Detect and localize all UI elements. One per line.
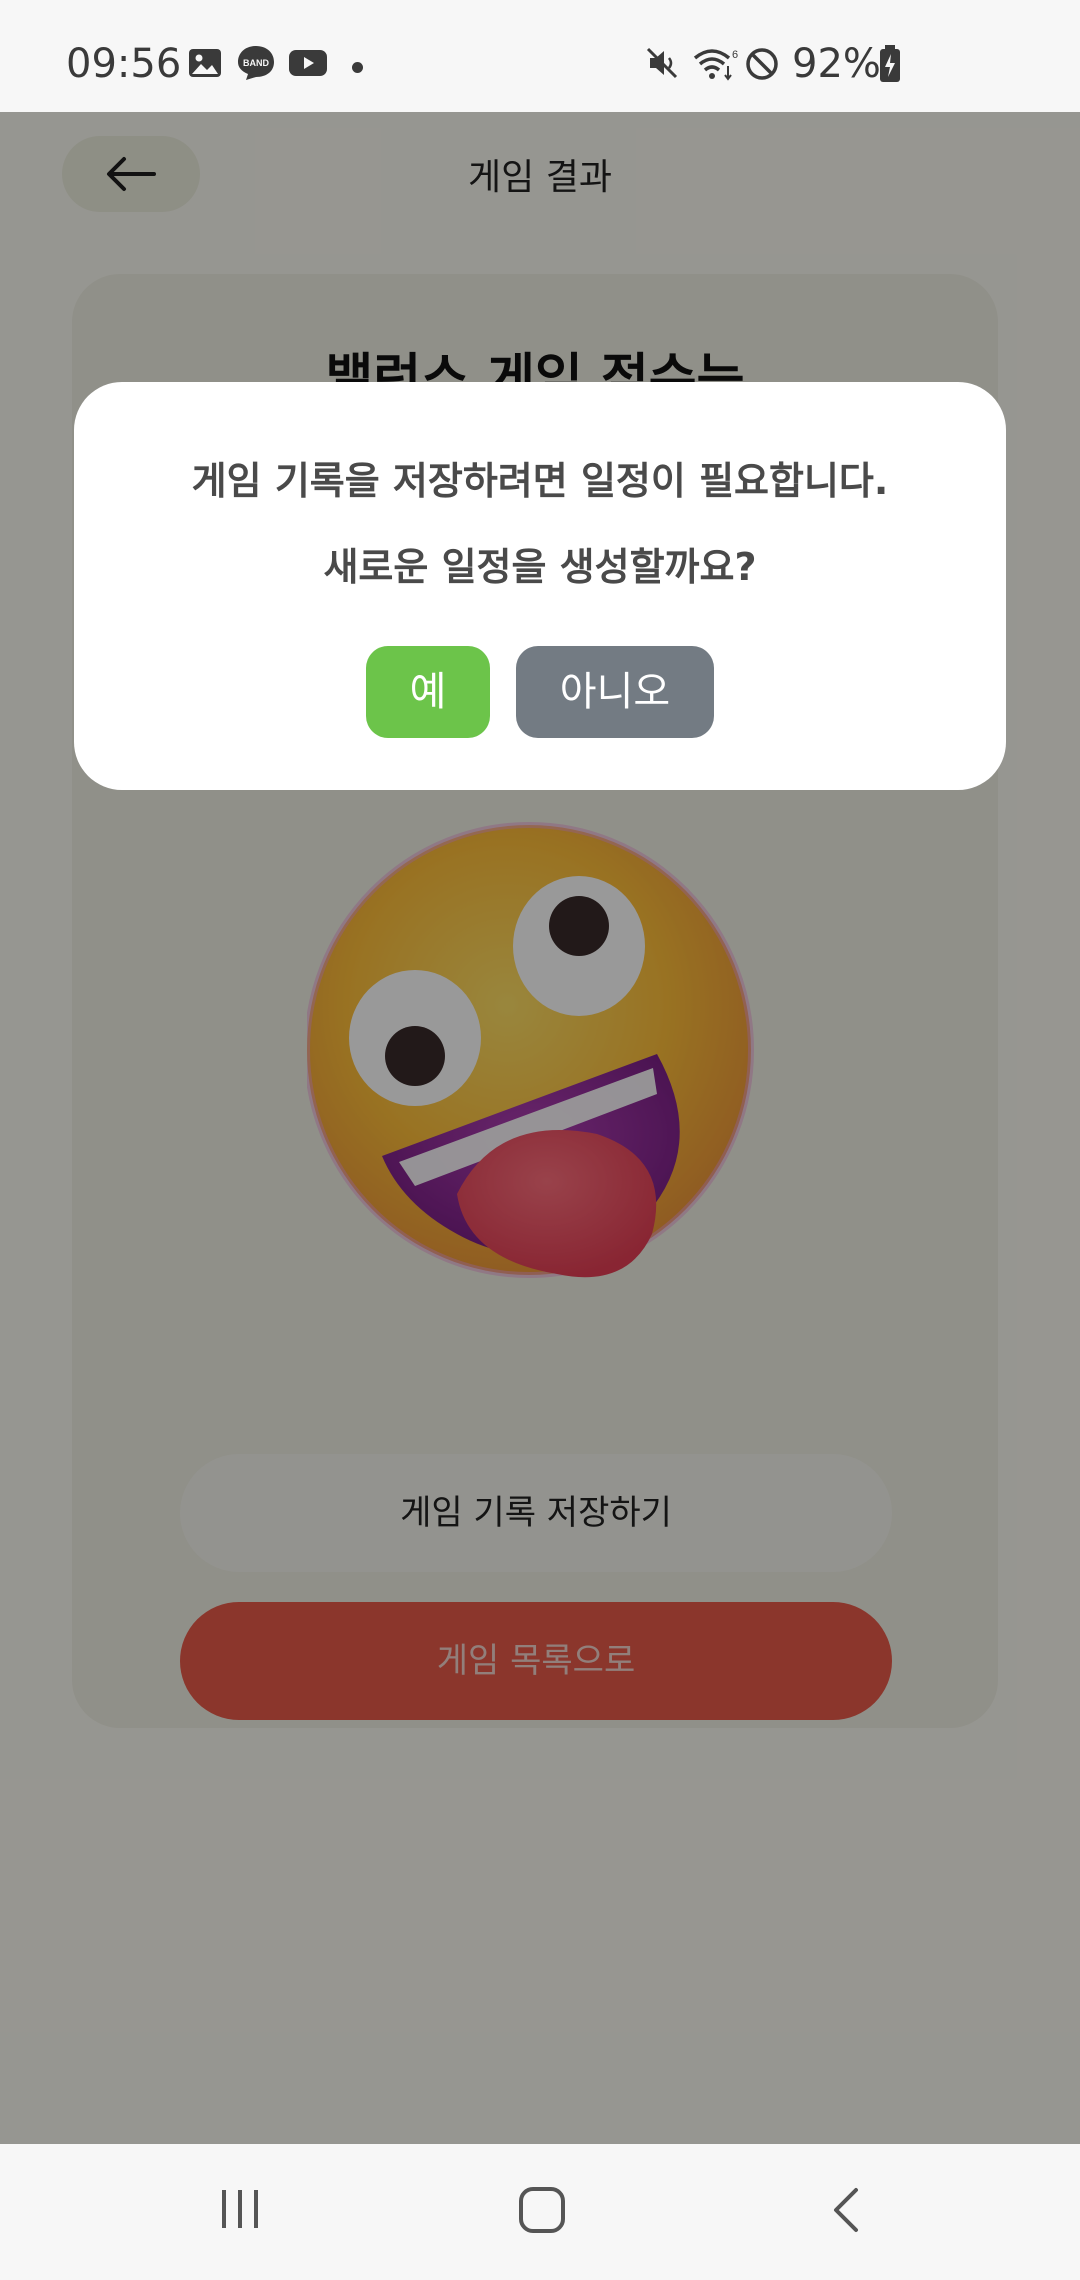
yes-button[interactable]: 예 xyxy=(366,646,490,738)
gallery-icon xyxy=(188,46,222,84)
youtube-icon xyxy=(288,46,328,84)
back-icon[interactable] xyxy=(828,2186,862,2238)
band-icon: BAND xyxy=(236,44,276,86)
status-time: 09:56 xyxy=(66,41,182,87)
svg-text:BAND: BAND xyxy=(243,58,269,68)
more-dot-icon xyxy=(352,62,363,73)
confirm-dialog: 게임 기록을 저장하려면 일정이 필요합니다. 새로운 일정을 생성할까요? 예… xyxy=(74,382,1006,790)
svg-text:6: 6 xyxy=(732,49,738,61)
dialog-message-line2: 새로운 일정을 생성할까요? xyxy=(323,545,757,589)
home-icon[interactable] xyxy=(518,2186,566,2238)
status-bar: 09:56 BAND 6 92% xyxy=(0,0,1080,112)
battery-percent: 92% xyxy=(792,41,881,87)
blocked-icon xyxy=(744,46,780,86)
system-nav-bar xyxy=(0,2144,1080,2280)
recents-icon[interactable] xyxy=(218,2186,264,2236)
dialog-message-line1: 게임 기록을 저장하려면 일정이 필요합니다. xyxy=(191,459,889,503)
screen: 09:56 BAND 6 92% 게임 결과 밸런스 게임 점수는 게임 기록 … xyxy=(0,0,1080,2280)
mute-icon xyxy=(646,46,682,84)
no-button[interactable]: 아니오 xyxy=(516,646,714,738)
battery-charging-icon xyxy=(878,44,902,88)
wifi-icon: 6 xyxy=(692,46,738,86)
